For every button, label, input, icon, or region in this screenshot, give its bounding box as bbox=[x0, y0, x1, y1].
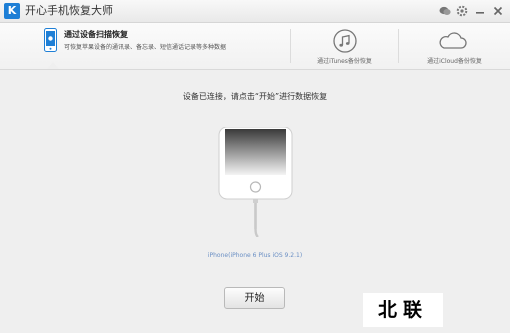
cloud-icon bbox=[437, 32, 467, 54]
watermark: 北联 bbox=[363, 293, 443, 327]
music-note-icon bbox=[333, 29, 357, 57]
gear-icon[interactable] bbox=[455, 4, 469, 18]
phone-apple-icon bbox=[44, 28, 57, 56]
tab-icloud-backup[interactable]: 通过iCloud备份恢复 bbox=[399, 23, 510, 69]
mode-tabs: 通过设备扫描恢复 可恢复苹果设备的通讯录、备忘录、短信通话记录等多种数据 通过i… bbox=[0, 23, 510, 70]
close-icon[interactable] bbox=[491, 4, 505, 18]
tab-icloud-backup-label: 通过iCloud备份恢复 bbox=[427, 58, 482, 65]
active-tab-pointer bbox=[47, 62, 59, 69]
tab-device-scan[interactable]: 通过设备扫描恢复 可恢复苹果设备的通讯录、备忘录、短信通话记录等多种数据 bbox=[0, 23, 290, 69]
device-info: iPhone(iPhone 6 Plus iOS 9.2.1) bbox=[207, 252, 303, 259]
tab-itunes-backup-label: 通过iTunes备份恢复 bbox=[317, 58, 372, 65]
app-logo: K bbox=[4, 3, 20, 19]
tab-device-scan-description: 可恢复苹果设备的通讯录、备忘录、短信通话记录等多种数据 bbox=[64, 44, 227, 51]
title-bar: K 开心手机恢复大师 bbox=[0, 0, 510, 23]
tab-device-scan-title: 通过设备扫描恢复 bbox=[64, 30, 128, 39]
tab-itunes-backup[interactable]: 通过iTunes备份恢复 bbox=[291, 23, 398, 69]
app-title: 开心手机恢复大师 bbox=[25, 4, 113, 17]
minimize-icon[interactable] bbox=[473, 4, 487, 18]
start-button[interactable]: 开始 bbox=[224, 287, 285, 309]
chat-icon[interactable] bbox=[438, 4, 452, 18]
connected-phone-illustration bbox=[218, 126, 293, 241]
connection-prompt: 设备已连接，请点击“开始”进行数据恢复 bbox=[182, 92, 328, 101]
